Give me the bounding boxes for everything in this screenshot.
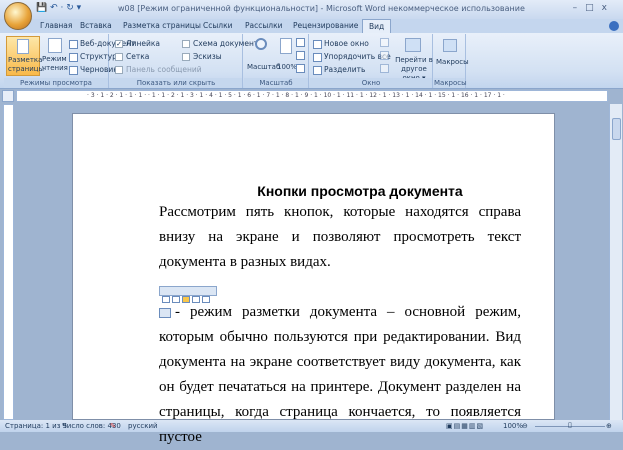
magnifier-icon [255,38,267,50]
windows-icon [405,38,421,52]
scrollbar-thumb[interactable] [612,118,621,140]
group-zoom: Масштаб 100% Масштаб [244,34,309,88]
tab-insert[interactable]: Вставка [80,21,112,30]
tab-home[interactable]: Главная [40,21,72,30]
tab-selector-button[interactable] [2,90,14,102]
quick-access-toolbar[interactable]: 💾 ↶ · ↻ ▾ [36,3,81,13]
group-label: Окно [310,78,432,88]
split-button[interactable]: Разделить [313,65,365,75]
ribbon: Разметка страницы Режим чтения Веб-докум… [0,33,623,97]
ribbon-tabs: Главная Вставка Разметка страницы Ссылки… [0,19,623,33]
document-heading: Кнопки просмотра документа [257,183,463,199]
reset-position-icon[interactable] [380,64,389,73]
maximize-button[interactable]: □ [585,3,602,13]
language[interactable]: русский [128,422,158,430]
new-window-button[interactable]: Новое окно [313,39,369,49]
reading-icon [48,38,62,53]
page-layout-view-icon [159,307,171,318]
document-page[interactable]: Кнопки просмотра документа Рассмотрим пя… [72,113,555,445]
group-window: Новое окно Упорядочить все Разделить Пер… [310,34,433,88]
message-bar-checkbox[interactable]: Панель сообщений [115,65,202,74]
page-icon [280,38,292,54]
switch-windows-button[interactable]: Перейти в другое окно ▾ [395,36,433,82]
window-title: w08 [Режим ограниченной функциональности… [118,4,525,13]
new-window-icon [313,39,322,49]
group-show-hide: ✓ Линейка Сетка Панель сообщений Схема до… [110,34,263,88]
zoom-slider-thumb[interactable]: ▯ [568,421,572,429]
zoom-out-button[interactable]: ⊖ [522,422,528,430]
close-button[interactable]: x [602,3,615,13]
tab-page-layout[interactable]: Разметка страницы [123,21,201,30]
group-label: Показать или скрыть [110,78,242,88]
web-icon [69,39,78,49]
group-label: Масштаб [244,78,308,88]
reading-mode-button[interactable]: Режим чтения [42,36,68,76]
one-page-icon[interactable] [296,38,305,47]
two-pages-icon[interactable] [296,51,305,60]
zoom-in-button[interactable]: ⊕ [606,422,612,430]
view-buttons-image [159,275,521,303]
grid-checkbox[interactable]: Сетка [115,52,149,61]
page-count[interactable]: Страница: 1 из 5 [5,422,67,430]
vertical-scrollbar[interactable] [609,104,622,420]
page-layout-icon [17,39,29,54]
side-by-side-icon[interactable] [380,38,389,47]
title-bar: 💾 ↶ · ↻ ▾ w08 [Режим ограниченной функци… [0,0,623,19]
vertical-ruler[interactable] [3,104,14,420]
view-buttons[interactable]: ▣▤▦▥▧ [446,422,484,430]
horizontal-ruler[interactable]: · 3 · 1 · 2 · 1 · 1 · 1 · · 1 · 1 · 2 · … [16,90,608,102]
proofing-icon[interactable]: ✎ [110,422,116,430]
ruler-checkbox[interactable]: ✓ Линейка [115,39,160,48]
draft-icon [69,65,78,75]
tab-review[interactable]: Рецензирование [293,21,358,30]
macros-button[interactable]: Макросы [435,36,469,76]
paragraph: Рассмотрим пять кнопок, которые находятс… [159,204,521,270]
office-button[interactable] [4,2,32,30]
help-icon[interactable] [609,21,619,31]
zoom-100-button[interactable]: 100% [277,36,297,76]
sync-scroll-icon[interactable] [380,51,389,60]
document-body[interactable]: Кнопки просмотра документа Рассмотрим пя… [159,182,521,450]
status-bar: Страница: 1 из 5 Число слов: 430 ✎ русск… [0,420,623,432]
tab-mailings[interactable]: Рассылки [245,21,283,30]
tab-references[interactable]: Ссылки [203,21,232,30]
tab-view[interactable]: Вид [362,19,392,33]
minimize-button[interactable]: – [573,3,586,13]
zoom-level[interactable]: 100% [503,422,523,430]
split-icon [313,65,322,75]
page-layout-button[interactable]: Разметка страницы [6,36,44,76]
group-macros: Макросы Макросы [434,34,469,88]
page-width-icon[interactable] [296,64,305,73]
macros-icon [443,39,457,52]
group-views: Разметка страницы Режим чтения Веб-докум… [4,34,135,97]
thumbnails-checkbox[interactable]: Эскизы [182,52,222,61]
arrange-icon [313,52,322,62]
group-label: Макросы [434,78,467,88]
group-label: Режимы просмотра документа [4,78,108,97]
zoom-button[interactable]: Масштаб [247,36,280,76]
outline-icon [69,52,78,62]
